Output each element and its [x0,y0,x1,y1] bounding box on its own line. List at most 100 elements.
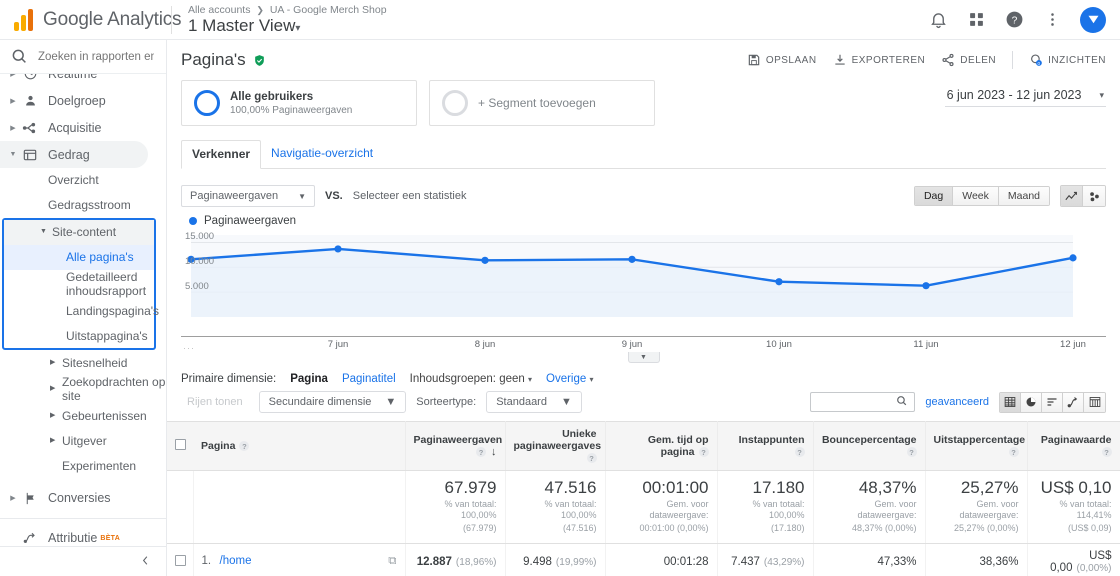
table-view-icon[interactable] [1000,392,1021,412]
view-name[interactable]: 1 Master View▾ [188,16,387,36]
help-icon[interactable]: ? [1101,447,1112,458]
chevron-down-icon: ▾ [1099,89,1104,100]
person-icon [20,92,40,110]
column-header-avg-time[interactable]: Gem. tijd op pagina? [605,421,718,471]
other-dropdown[interactable]: Overige ▾ [546,373,594,385]
more-vert-icon[interactable] [1042,10,1062,30]
search-icon[interactable] [895,394,908,410]
sidebar-item-zoekopdrachten-op-site[interactable]: ▶ Zoekopdrachten op site [0,375,166,403]
share-button[interactable]: Delen [941,53,996,67]
advanced-link[interactable]: geavanceerd [925,396,989,408]
sidebar-item-acquisitie[interactable]: ▶ Acquisitie [0,114,166,141]
chevron-down-icon[interactable]: ▼ [627,352,660,363]
pivot-view-icon[interactable] [1084,392,1105,412]
tab-verkenner[interactable]: Verkenner [181,140,262,169]
avatar[interactable] [1080,6,1106,33]
select-all-checkbox-cell[interactable] [167,421,193,471]
granularity-dag[interactable]: Dag [914,187,954,205]
column-header-page[interactable]: Pagina? [193,421,406,471]
save-button[interactable]: Opslaan [747,53,817,67]
sidebar-subitem-label: Gedragsstroom [48,198,131,213]
secondary-dimension-button[interactable]: Secundaire dimensie ▼ [258,391,407,413]
column-header-pageviews[interactable]: Paginaweergaven? ↓ [405,421,506,471]
dimension-link-paginatitel[interactable]: Paginatitel [342,373,396,385]
clock-icon [20,74,40,83]
column-header-page-value[interactable]: Paginawaarde? [1027,421,1120,471]
column-header-unique-pageviews[interactable]: Unieke paginaweergaves? [505,421,606,471]
date-range-picker[interactable]: 6 jun 2023 - 12 jun 2023 ▾ [944,84,1106,107]
sidebar-item-gebeurtenissen[interactable]: ▶ Gebeurtenissen [0,404,166,429]
sidebar-item-realtime[interactable]: ▶ Realtime [0,74,166,87]
line-chart-icon[interactable] [1061,186,1083,206]
chevron-right-icon: ▶ [10,74,16,78]
checkbox[interactable] [175,554,186,566]
chart-resize-handle[interactable]: ▼ [181,352,1106,364]
sidebar-item-doelgroep[interactable]: ▶ Doelgroep [0,87,166,114]
sidebar-item-experimenten[interactable]: Experimenten [0,454,166,479]
primary-dimension-value[interactable]: Pagina [290,373,328,385]
metric-select[interactable]: Paginaweergaven ▼ [181,185,315,207]
export-button[interactable]: Exporteren [833,53,926,67]
help-icon[interactable]: ? [476,447,486,458]
help-icon[interactable]: ? [906,447,917,458]
help-icon[interactable]: ? [586,453,597,464]
page-link[interactable]: /home [220,555,252,567]
tab-navigatie-overzicht[interactable]: Navigatie-overzicht [261,140,383,168]
granularity-week[interactable]: Week [953,187,999,205]
add-segment-button[interactable]: + Segment toevoegen [429,80,655,126]
sidebar-subitem-label: Uitstappagina's [66,328,148,343]
apps-icon[interactable] [966,10,986,30]
pie-view-icon[interactable] [1021,392,1042,412]
report-tabs: Verkenner Navigatie-overzicht [181,140,1106,169]
sidebar-item-attributie[interactable]: Attributie BÈTA [0,525,166,546]
help-icon[interactable]: ? [698,447,709,458]
granularity-maand[interactable]: Maand [998,187,1049,205]
scatter-chart-icon[interactable] [1083,186,1105,206]
row-checkbox-cell[interactable] [167,543,194,576]
sidebar-search[interactable] [0,40,166,74]
insights-button[interactable]: 0 Inzichten [1029,53,1106,67]
select-statistic-link[interactable]: Selecteer een statistiek [353,190,467,202]
performance-view-icon[interactable] [1042,392,1063,412]
sidebar-item-uitstappaginas[interactable]: Uitstappagina's [4,323,154,348]
column-label: Unieke paginaweergaves [513,428,602,452]
account-selector[interactable]: Alle accounts ❯ UA - Google Merch Shop 1… [188,4,387,36]
sidebar-item-gedetailleerd-inhoudsrapport[interactable]: Gedetailleerd inhoudsrapport [4,270,154,298]
help-icon[interactable]: ? [794,447,805,458]
sidebar-item-overzicht[interactable]: Overzicht [0,168,166,193]
search-input[interactable] [36,49,156,64]
comparison-view-icon[interactable] [1063,392,1084,412]
ga-logo[interactable]: Google Analytics [0,8,182,31]
sidebar-item-alle-paginas[interactable]: Alle pagina's [4,245,154,270]
sidebar-item-gedragsstroom[interactable]: Gedragsstroom [0,193,166,218]
sidebar-item-sitesnelheid[interactable]: ▶ Sitesnelheid [0,350,166,375]
segment-all-users[interactable]: Alle gebruikers 100,00% Paginaweergaven [181,80,417,126]
column-header-exit-rate[interactable]: Uitstappercentage? [925,421,1028,471]
column-header-entrances[interactable]: Instappunten? [717,421,814,471]
chevron-right-icon: ▶ [50,437,56,444]
content-group-dropdown[interactable]: Inhoudsgroepen: geen ▾ [410,373,532,385]
sort-type-select[interactable]: Standaard ▼ [486,391,582,413]
value-percent: (0,00%) [1076,562,1112,574]
sidebar-item-uitgever[interactable]: ▶ Uitgever [0,429,166,454]
sidebar-item-conversies[interactable]: ▶ Conversies [0,485,166,512]
sidebar-collapse-button[interactable] [0,546,166,576]
bell-icon[interactable] [928,10,948,30]
column-header-bounce-rate[interactable]: Bouncepercentage? [813,421,926,471]
table-row[interactable]: 1./home ⧉ 12.887 (18,96%) 9.498 (19,99%) 00:01… [167,543,1120,576]
help-icon[interactable]: ? [239,441,250,452]
sidebar-item-landingspaginas[interactable]: Landingspagina's [4,298,159,323]
attribution-icon [20,529,40,546]
table-search-input[interactable] [811,395,896,409]
summary-note-1: Gem. voor dataweergave: [649,499,709,521]
table-search-box[interactable] [810,392,916,412]
row-page-cell[interactable]: 1. /home ⧉ [193,543,406,576]
sidebar-item-site-content[interactable]: ▼ Site-content [4,220,154,245]
sort-type-label: Sorteertype: [416,396,477,408]
help-icon[interactable]: ? [1004,10,1024,30]
sidebar-item-gedrag[interactable]: ▼ Gedrag [0,141,148,168]
open-page-icon[interactable]: ⧉ [388,555,396,568]
help-icon[interactable]: ? [1008,447,1019,458]
checkbox[interactable] [175,439,186,450]
svg-text:0: 0 [1038,61,1041,66]
